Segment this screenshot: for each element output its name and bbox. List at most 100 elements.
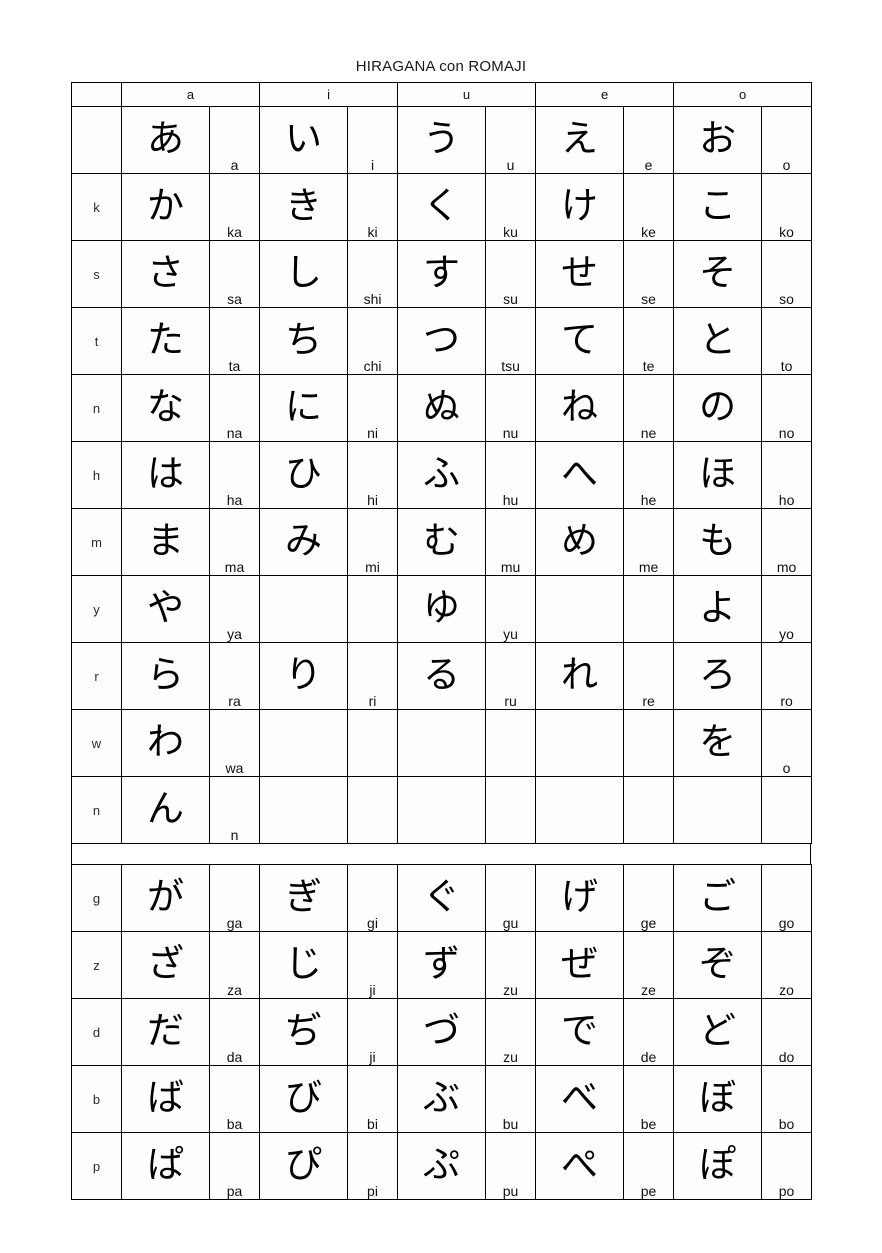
- romaji-cell: pu: [485, 1132, 536, 1200]
- kana-cell: あ: [121, 106, 210, 174]
- kana-cell: み: [259, 508, 349, 576]
- romaji-cell: ke: [623, 173, 675, 241]
- kana-cell: こ: [673, 173, 763, 241]
- romaji-cell: he: [623, 441, 675, 509]
- table-row: h は ha ひ hi ふ hu へ he ほ ho: [71, 441, 813, 509]
- table-row: z ざ za じ ji ず zu ぜ ze ぞ zo: [71, 931, 812, 999]
- hiragana-chart-page: HIRAGANA con ROMAJI a i u e o あa い i う u…: [0, 0, 882, 1253]
- romaji-cell: [623, 709, 675, 777]
- kana-glyph: び: [285, 1075, 322, 1119]
- romaji-cell: yu: [485, 575, 537, 643]
- kana-cell: か: [121, 173, 210, 241]
- kana-glyph: ぬ: [423, 384, 461, 428]
- kana-cell: め: [535, 508, 625, 576]
- kana-cell: [535, 575, 625, 643]
- kana-cell: わ: [121, 709, 210, 777]
- romaji-cell: ya: [208, 575, 261, 643]
- kana-cell: ぴ: [259, 1132, 348, 1200]
- romaji-cell: ba: [209, 1065, 260, 1133]
- romaji-cell: [623, 575, 675, 643]
- kana-cell: き: [259, 173, 349, 241]
- kana-glyph: ざ: [147, 941, 184, 985]
- kana-cell: は: [121, 441, 210, 509]
- kana-cell: へ: [535, 441, 625, 509]
- kana-glyph: ほ: [699, 451, 737, 495]
- dakuten-rows: g が ga ぎ gi ぐ gu げ ge ご go z ざ za じ ji ず zu ぜ ze ぞ zo d だ da ぢ ji づ…: [71, 864, 812, 1200]
- romaji-cell: ne: [623, 374, 675, 442]
- kana-glyph: だ: [147, 1008, 184, 1052]
- kana-cell: び: [259, 1065, 348, 1133]
- romaji-cell: [761, 776, 813, 844]
- kana-cell: ば: [121, 1065, 210, 1133]
- kana-cell: さ: [121, 240, 210, 308]
- table-row: s さ sa し shi す su せ se そ so: [71, 240, 813, 308]
- table-row: r ら ra り ri る ru れ re ろ ro: [71, 642, 813, 710]
- romaji-cell: ro: [761, 642, 813, 710]
- row-label: [71, 106, 122, 174]
- kana-glyph: ち: [285, 317, 323, 361]
- romaji-cell: n: [208, 776, 261, 844]
- romaji-cell: na: [208, 374, 261, 442]
- kana-cell: [397, 709, 487, 777]
- table-row: k か ka き ki く ku け ke こ ko: [71, 173, 813, 241]
- romaji-cell: bi: [347, 1065, 398, 1133]
- romaji-cell: shi: [347, 240, 399, 308]
- kana-glyph: よ: [699, 585, 737, 629]
- kana-cell: け: [535, 173, 625, 241]
- romaji-cell: u: [485, 106, 537, 174]
- gojuon-table: a i u e o あ a い i う u え e お o k か ka き ki く ku け ke こ ko s さ sa…: [71, 82, 813, 844]
- romaji-cell: ma: [208, 508, 261, 576]
- kana-cell: ゆ: [397, 575, 487, 643]
- kana-cell: て: [535, 307, 625, 375]
- kana-glyph: て: [561, 317, 599, 361]
- kana-glyph: ね: [561, 384, 599, 428]
- table-row: あaいiうuえeおo: [71, 106, 813, 174]
- row-label: k: [71, 173, 122, 241]
- romaji-cell: ku: [485, 173, 537, 241]
- kana-glyph: ぽ: [699, 1142, 736, 1186]
- kana-cell: ず: [397, 931, 486, 999]
- kana-glyph: つ: [423, 317, 461, 361]
- kana-glyph: ぱ: [147, 1142, 184, 1186]
- kana-cell: や: [121, 575, 210, 643]
- kana-cell: う: [397, 106, 487, 174]
- romaji-cell: ha: [208, 441, 261, 509]
- table-row: n な na に ni ぬ nu ね ne の no: [71, 374, 813, 442]
- kana-glyph: ず: [423, 941, 460, 985]
- kana-glyph: べ: [561, 1075, 598, 1119]
- header-corner-blank: [71, 82, 122, 107]
- kana-glyph: な: [147, 384, 184, 428]
- romaji-cell: hu: [485, 441, 537, 509]
- kana-cell: ね: [535, 374, 625, 442]
- kana-cell: れ: [535, 642, 625, 710]
- romaji-cell: ra: [208, 642, 261, 710]
- romaji-cell: bu: [485, 1065, 536, 1133]
- column-header-o: o: [673, 82, 813, 107]
- table-row: d だ da ぢ ji づ zu で de ど do: [71, 998, 812, 1066]
- kana-glyph: じ: [285, 941, 322, 985]
- row-label: d: [71, 998, 122, 1066]
- kana-glyph: む: [423, 518, 461, 562]
- romaji-cell: [347, 709, 399, 777]
- table-row: nんn: [71, 776, 813, 844]
- romaji-cell: da: [209, 998, 260, 1066]
- kana-cell: [259, 575, 349, 643]
- row-label: p: [71, 1132, 122, 1200]
- romaji-cell: ki: [347, 173, 399, 241]
- kana-cell: ご: [673, 864, 762, 932]
- table-row: g が ga ぎ gi ぐ gu げ ge ご go: [71, 864, 812, 932]
- kana-glyph: れ: [561, 652, 599, 696]
- romaji-cell: ge: [623, 864, 674, 932]
- kana-cell: べ: [535, 1065, 624, 1133]
- romaji-cell: gu: [485, 864, 536, 932]
- table-row: p ぱ pa ぴ pi ぷ pu ぺ pe ぽ po: [71, 1132, 812, 1200]
- page-title: HIRAGANA con ROMAJI: [355, 58, 527, 75]
- romaji-cell: de: [623, 998, 674, 1066]
- romaji-cell: me: [623, 508, 675, 576]
- table-row: m ま ma み mi む mu め me も mo: [71, 508, 813, 576]
- kana-cell: じ: [259, 931, 348, 999]
- romaji-cell: zo: [761, 931, 812, 999]
- romaji-cell: pe: [623, 1132, 674, 1200]
- romaji-cell: su: [485, 240, 537, 308]
- kana-glyph: ぎ: [285, 874, 322, 918]
